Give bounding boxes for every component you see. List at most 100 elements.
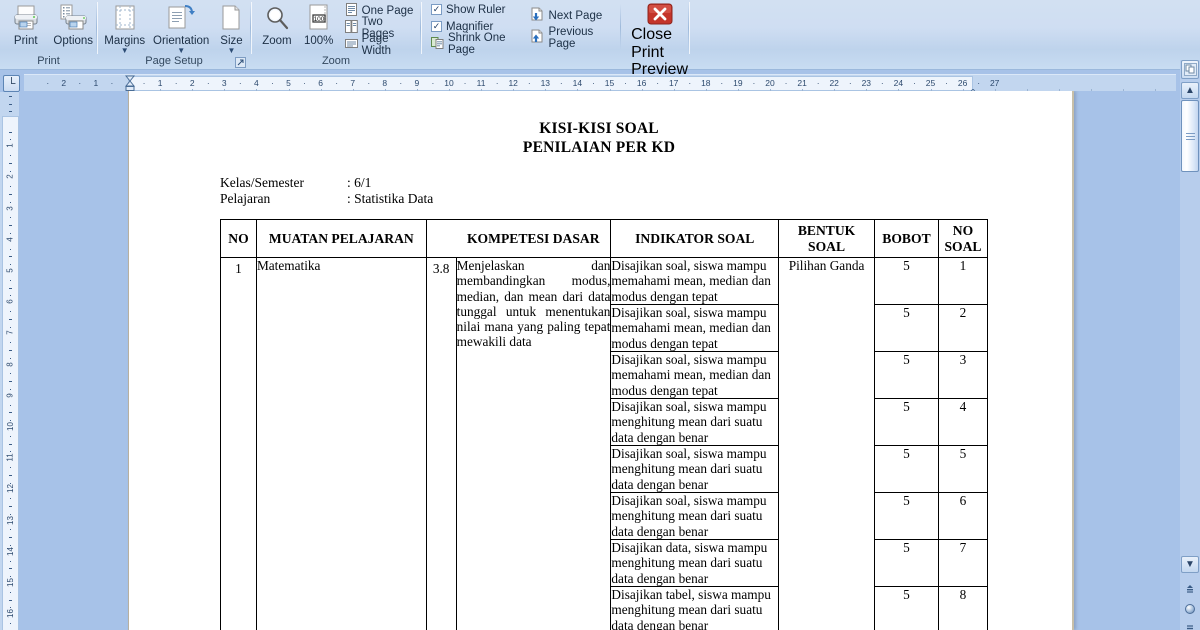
vertical-ruler-tick <box>9 318 12 320</box>
vertical-scrollbar[interactable]: ▲ ▼ <box>1180 60 1200 630</box>
vertical-ruler-dot <box>10 357 11 359</box>
browse-object-icon <box>1185 603 1195 614</box>
vertical-ruler[interactable]: 1 2 3 4 5 6 7 8 9 10 11 12 13 14 15 16 <box>2 92 19 630</box>
vertical-ruler-dot <box>10 311 11 312</box>
vertical-ruler-dot <box>10 201 11 203</box>
close-print-preview-button[interactable]: Close Print Preview <box>631 1 688 79</box>
horizontal-ruler-ticks: 2 1 · · · 1 · 2 · 3 · 4 · 5 · 6 · 7 · 8 · 9 · 10 · 11 · 12 · 13 · 14 · 15… <box>24 75 1176 92</box>
cell-indikator-soal: Disajikan soal, siswa mampu memahami mea… <box>610 351 780 399</box>
vertical-ruler-dot <box>10 435 11 437</box>
cell-bobot: 5 <box>874 445 939 493</box>
print-preview-workspace[interactable]: KISI-KISI SOAL PENILAIAN PER KD Kelas/Se… <box>19 91 1181 630</box>
shrink-one-page-icon <box>431 36 444 52</box>
select-browse-object-nav-button[interactable] <box>1181 600 1199 617</box>
document-page[interactable]: KISI-KISI SOAL PENILAIAN PER KD Kelas/Se… <box>128 91 1074 630</box>
shrink-one-page-button[interactable]: Shrink One Page <box>428 32 519 56</box>
ruler-dot: · <box>527 78 531 88</box>
triangle-down-icon: ▼ <box>1185 559 1195 570</box>
ruler-dot: · <box>303 78 306 88</box>
vertical-ruler-dot <box>10 404 11 406</box>
print-options-button[interactable]: Options <box>50 1 98 47</box>
tab-selector-button[interactable]: └ <box>3 75 20 92</box>
table-header: NO MUATAN PELAJARAN KOMPETESI DASAR INDI… <box>220 219 989 258</box>
chevron-down-icon[interactable]: ▼ <box>177 47 185 55</box>
vertical-ruler-dot <box>10 591 11 593</box>
vertical-ruler-tick <box>9 350 12 351</box>
cell-indikator-soal: Disajikan soal, siswa mampu menghitung m… <box>610 492 780 540</box>
triangle-up-icon: ▲ <box>1185 85 1195 96</box>
page-setup-dialog-launcher[interactable] <box>234 56 247 69</box>
vertical-ruler-dot <box>10 264 11 266</box>
size-button[interactable]: Size ▼ <box>213 1 250 55</box>
size-icon <box>219 2 243 34</box>
margins-button[interactable]: Margins ▼ <box>100 1 149 55</box>
one-page-icon <box>345 2 358 19</box>
orientation-button[interactable]: Orientation ▼ <box>149 1 213 55</box>
vertical-ruler-dot <box>10 248 11 250</box>
ribbon-group-print: Print Options Print <box>0 0 97 69</box>
ruler-number: 2 <box>61 78 67 88</box>
col-header-kompetensi: KOMPETESI DASAR <box>456 219 612 258</box>
document-title-block: KISI-KISI SOAL PENILAIAN PER KD <box>249 120 949 157</box>
checkbox-checked-icon: ✓ <box>431 4 442 15</box>
scroll-down-button[interactable]: ▼ <box>1181 556 1199 573</box>
vertical-ruler-dot <box>10 576 11 578</box>
vertical-ruler-number: 10 <box>6 422 15 431</box>
ruler-dot: · <box>271 78 274 88</box>
ruler-dot: · <box>46 78 50 88</box>
meta-row: Pelajaran : Statistika Data <box>220 191 433 207</box>
margins-icon <box>111 2 139 34</box>
ruler-dot: · <box>848 78 852 88</box>
previous-page-button[interactable]: Previous Page <box>527 26 618 50</box>
cell-bobot: 5 <box>874 586 939 630</box>
chevron-down-icon[interactable]: ▼ <box>121 47 129 55</box>
vertical-ruler-tick <box>9 412 12 414</box>
horizontal-ruler[interactable]: 2 1 · · · 1 · 2 · 3 · 4 · 5 · 6 · 7 · 8 · 9 · 10 · 11 · 12 · 13 · 14 · 15… <box>24 74 1176 95</box>
scroll-up-button[interactable]: ▲ <box>1181 82 1199 99</box>
document-meta: Kelas/Semester : 6/1 Pelajaran : Statist… <box>220 175 433 206</box>
ruler-dot: · <box>913 78 916 88</box>
cell-no-soal: 4 <box>937 398 989 446</box>
vertical-ruler-number: 14 <box>6 546 15 556</box>
vertical-ruler-tick <box>9 443 12 445</box>
cell-no-soal: 6 <box>937 492 989 540</box>
next-page-button[interactable]: Next Page <box>527 5 618 27</box>
zoom-100-button[interactable]: 100 100% <box>298 1 340 47</box>
vertical-ruler-tick <box>9 111 12 112</box>
cell-bobot: 5 <box>874 398 939 446</box>
printer-icon <box>11 2 41 34</box>
vertical-ruler-tick <box>9 287 12 289</box>
vertical-ruler-dot <box>10 186 11 188</box>
vertical-ruler-tick <box>9 474 12 476</box>
zoom-button[interactable]: Zoom <box>256 1 298 47</box>
close-print-preview-label-1: Close Print <box>631 26 672 61</box>
vertical-ruler-tick <box>9 381 12 383</box>
select-browse-object-button[interactable] <box>1181 60 1199 79</box>
ruler-dot: · <box>495 78 499 88</box>
cell-kd-number: 3.8 <box>425 257 457 630</box>
vertical-ruler-number: 11 <box>6 453 15 462</box>
cell-indikator-soal: Disajikan soal, siswa mampu menghitung m… <box>610 398 780 446</box>
print-button[interactable]: Print <box>2 1 50 47</box>
table-row: 1 Matematika 3.8 Menjelaskan dan membanding… <box>220 257 989 630</box>
next-page-nav-button[interactable] <box>1181 620 1199 630</box>
ruler-dot: · <box>367 78 371 88</box>
scrollbar-thumb[interactable] <box>1181 100 1199 172</box>
chevron-down-icon[interactable]: ▼ <box>228 47 236 55</box>
page-width-button[interactable]: Page Width <box>342 33 420 57</box>
previous-page-icon <box>530 29 545 47</box>
cell-indikator-soal: Disajikan soal, siswa mampu menghitung m… <box>610 445 780 493</box>
ruler-dot: · <box>752 78 756 88</box>
show-ruler-checkbox[interactable]: ✓ Show Ruler <box>428 1 519 18</box>
previous-page-nav-button[interactable] <box>1181 580 1199 597</box>
scrollbar-grip-icon <box>1185 131 1195 142</box>
cell-no-soal: 1 <box>937 257 989 305</box>
col-header-no-soal: NO SOAL <box>937 219 989 258</box>
vertical-ruler-number: 13 <box>6 515 15 525</box>
ruler-dot: · <box>463 78 467 88</box>
ribbon: Print Options Print Margins ▼ Orientatio… <box>0 0 1200 92</box>
magnifier-zoom-icon <box>263 2 291 34</box>
ruler-dot: · <box>142 78 146 88</box>
ruler-dot: · <box>335 78 339 88</box>
meta-value-pelajaran: : Statistika Data <box>347 190 434 206</box>
